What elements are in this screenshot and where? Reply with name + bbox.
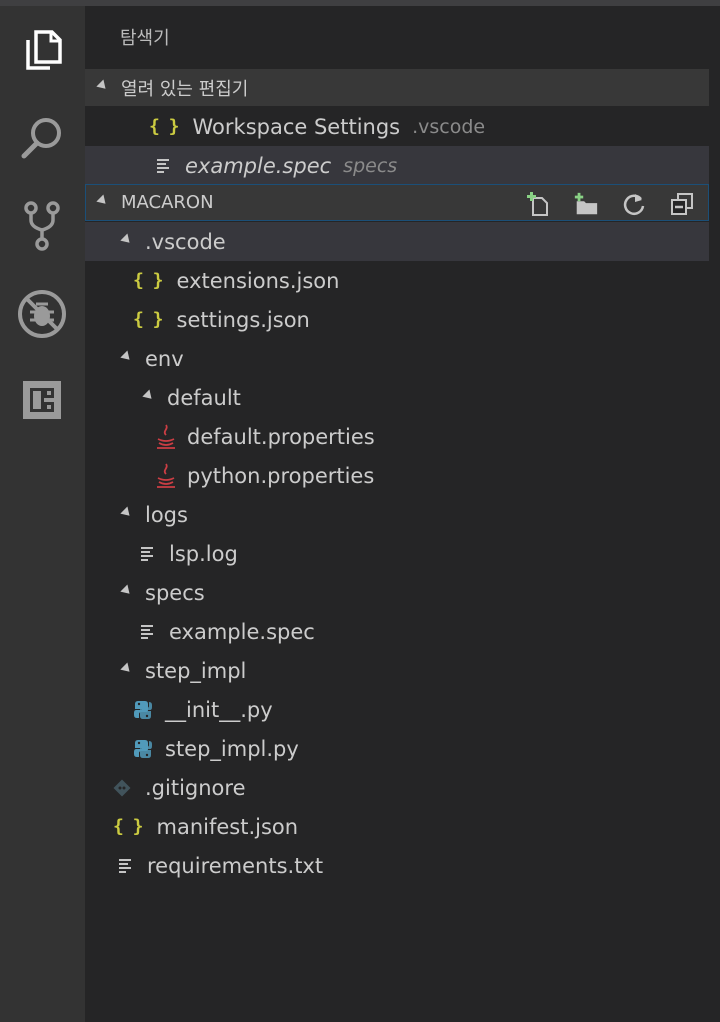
open-editor-item-workspace-settings[interactable]: { } Workspace Settings .vscode: [85, 107, 709, 146]
java-icon: [155, 462, 177, 489]
tree-item-step-impl-py[interactable]: step_impl.py: [85, 729, 709, 768]
tree-item-gitignore[interactable]: .gitignore: [85, 768, 709, 807]
tree-item-init-py[interactable]: __init__.py: [85, 690, 709, 729]
debug-icon[interactable]: [12, 284, 72, 344]
tree-item-label: __init__.py: [165, 697, 273, 722]
tree-item-label: settings.json: [176, 307, 310, 332]
section-toolbar: [525, 184, 695, 223]
open-editors-header[interactable]: 열려 있는 편집기: [85, 69, 709, 106]
collapse-all-icon[interactable]: [669, 191, 695, 217]
open-editor-desc: specs: [343, 154, 398, 177]
tree-folder-specs[interactable]: specs: [85, 573, 709, 612]
open-editor-desc: .vscode: [412, 115, 486, 138]
open-editor-name: example.spec: [185, 153, 332, 178]
chevron-down-icon: [120, 662, 134, 675]
project-section-header[interactable]: MACARON: [85, 184, 709, 221]
tree-item-label: manifest.json: [156, 814, 299, 839]
tree-item-label: default.properties: [187, 424, 375, 449]
refresh-icon[interactable]: [621, 191, 647, 217]
tree-folder-default[interactable]: default: [85, 378, 709, 417]
tree-item-default-properties[interactable]: default.properties: [85, 417, 709, 456]
json-braces-icon: { }: [113, 816, 143, 837]
chevron-down-icon: [120, 584, 134, 597]
activity-bar: [0, 6, 85, 1022]
git-icon: [113, 779, 131, 797]
search-icon[interactable]: [12, 108, 72, 168]
text-file-icon: [157, 157, 169, 175]
tree-item-settings-json[interactable]: { } settings.json: [85, 300, 709, 339]
tree-item-label: default: [167, 385, 241, 410]
text-file-icon: [119, 857, 131, 875]
tree-item-label: extensions.json: [176, 268, 340, 293]
chevron-down-icon: [120, 506, 134, 519]
tree-item-python-properties[interactable]: python.properties: [85, 456, 709, 495]
tree-item-label: step_impl: [145, 658, 247, 683]
tree-item-manifest-json[interactable]: { } manifest.json: [85, 807, 709, 846]
extensions-icon[interactable]: [12, 370, 72, 430]
explorer-icon[interactable]: [12, 20, 72, 80]
tree-item-label: specs: [145, 580, 205, 605]
chevron-down-icon: [142, 389, 156, 402]
chevron-down-icon: [96, 79, 110, 92]
chevron-down-icon: [96, 194, 110, 207]
tree-item-label: lsp.log: [169, 541, 238, 566]
tree-item-label: logs: [145, 502, 188, 527]
tree-folder-vscode[interactable]: .vscode: [85, 222, 709, 261]
tree-item-label: python.properties: [187, 463, 375, 488]
new-file-icon[interactable]: [525, 191, 551, 217]
tree-item-label: requirements.txt: [147, 853, 324, 878]
tree-item-label: .gitignore: [145, 775, 246, 800]
tree-item-requirements-txt[interactable]: requirements.txt: [85, 846, 709, 885]
tree-item-example-spec[interactable]: example.spec: [85, 612, 709, 651]
python-icon: [133, 739, 153, 759]
text-file-icon: [141, 623, 153, 641]
tree-item-label: step_impl.py: [165, 736, 299, 761]
tree-folder-logs[interactable]: logs: [85, 495, 709, 534]
json-braces-icon: { }: [133, 270, 163, 291]
text-file-icon: [141, 545, 153, 563]
tree-item-label: .vscode: [145, 229, 226, 254]
sidebar-title: 탐색기: [120, 28, 170, 49]
json-braces-icon: { }: [133, 309, 163, 330]
java-icon: [155, 423, 177, 450]
explorer-sidebar: 탐색기 열려 있는 편집기 { } Workspace Settings .vs…: [85, 6, 720, 1022]
tree-folder-env[interactable]: env: [85, 339, 709, 378]
tree-item-label: example.spec: [169, 619, 315, 644]
open-editors-label: 열려 있는 편집기: [121, 78, 249, 100]
open-editor-item-example-spec[interactable]: example.spec specs: [85, 146, 709, 185]
json-braces-icon: { }: [149, 116, 179, 137]
tree-folder-step-impl[interactable]: step_impl: [85, 651, 709, 690]
chevron-down-icon: [120, 350, 134, 363]
new-folder-icon[interactable]: [573, 191, 599, 217]
tree-item-label: env: [145, 346, 184, 371]
python-icon: [133, 700, 153, 720]
open-editor-name: Workspace Settings: [192, 114, 401, 139]
chevron-down-icon: [120, 233, 134, 246]
tree-item-lsp-log[interactable]: lsp.log: [85, 534, 709, 573]
tree-item-extensions-json[interactable]: { } extensions.json: [85, 261, 709, 300]
source-control-icon[interactable]: [12, 196, 72, 256]
project-label: MACARON: [121, 192, 214, 213]
